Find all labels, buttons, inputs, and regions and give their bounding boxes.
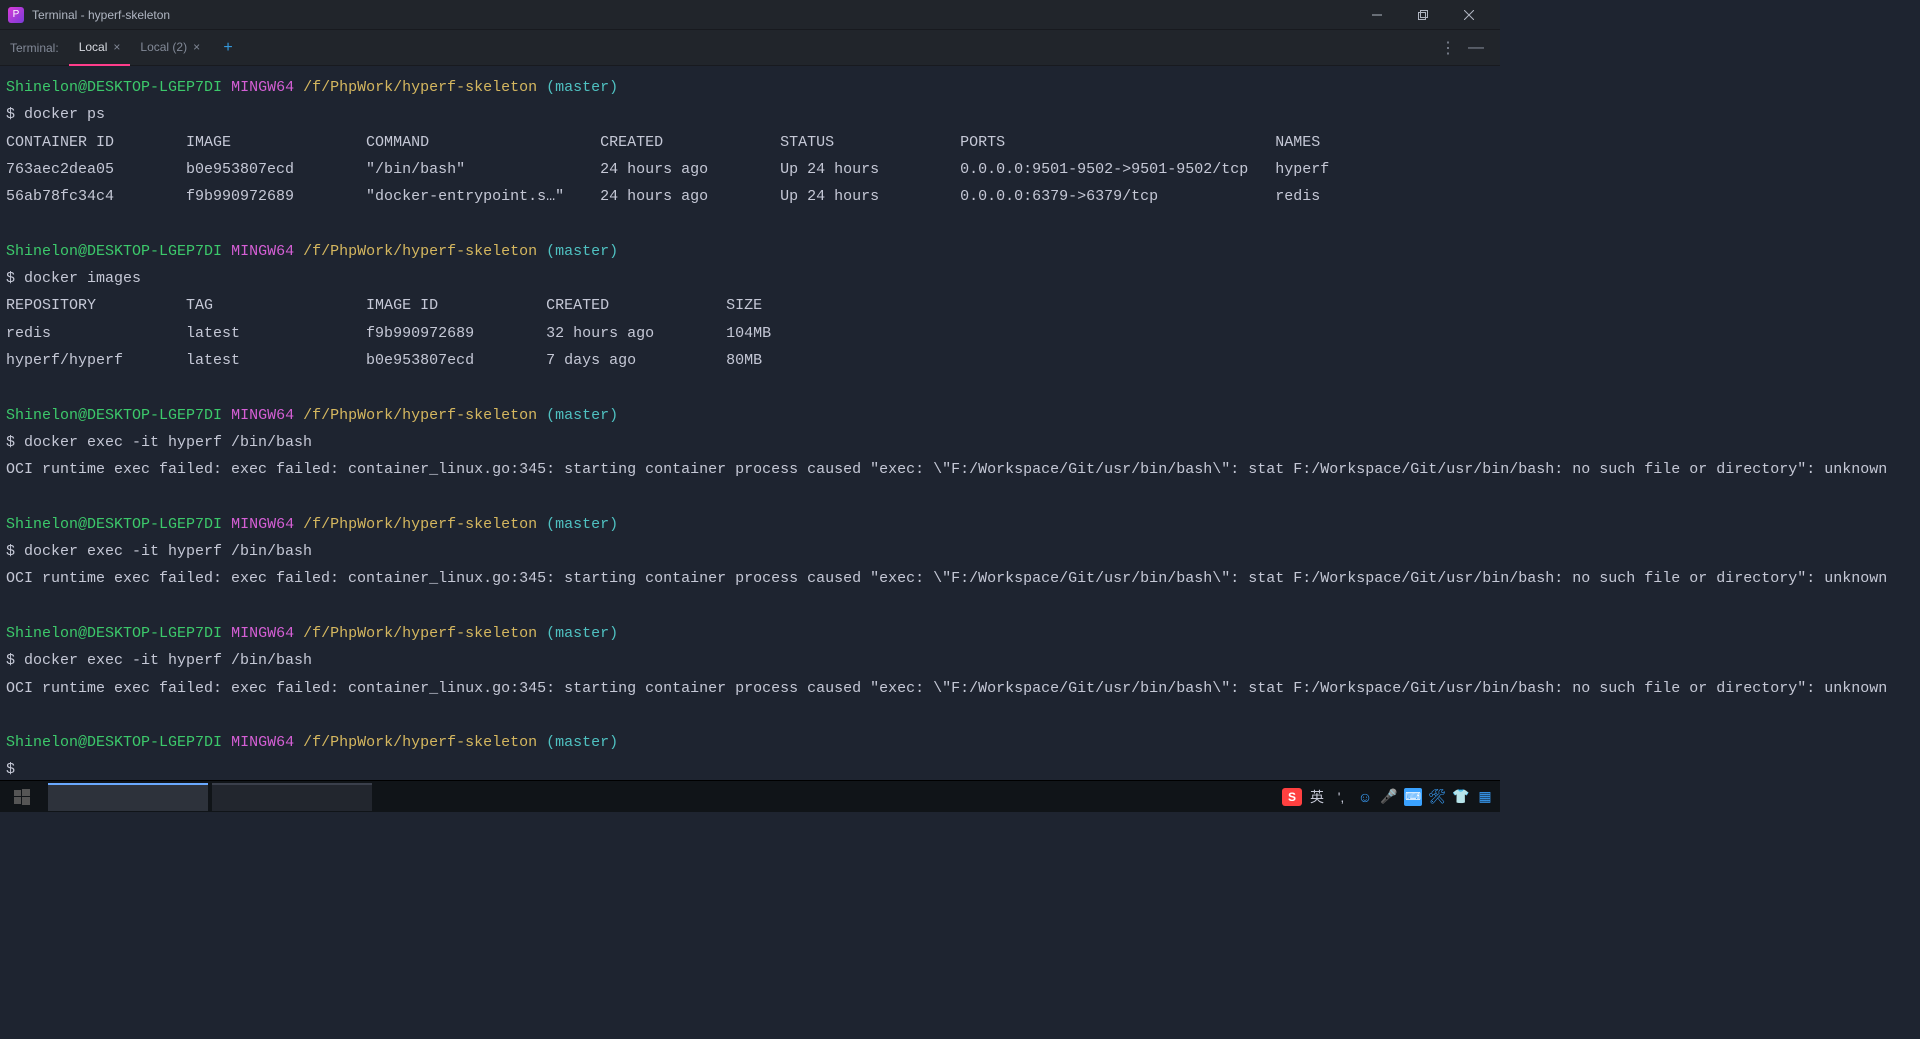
prompt-user-host: Shinelon@DESKTOP-LGEP7DI (6, 625, 222, 642)
blank-line (6, 702, 1494, 729)
minimize-icon (1372, 10, 1382, 20)
add-tab-button[interactable]: + (214, 34, 242, 62)
ime-tool-icon[interactable]: 🛠 (1428, 788, 1446, 806)
prompt-branch: (master) (546, 79, 618, 96)
blank-line (6, 210, 1494, 237)
start-button[interactable] (0, 781, 44, 813)
table-header-row: REPOSITORY TAG IMAGE ID CREATED SIZE (6, 292, 1494, 319)
prompt-shell: MINGW64 (231, 407, 294, 424)
blank-line (6, 483, 1494, 510)
tab-close-icon[interactable]: × (113, 40, 120, 54)
more-vert-icon[interactable]: ⋮ (1436, 36, 1460, 60)
prompt-path: /f/PhpWork/hyperf-skeleton (303, 243, 537, 260)
table-row: 56ab78fc34c4 f9b990972689 "docker-entryp… (6, 183, 1494, 210)
command-line: $ docker exec -it hyperf /bin/bash (6, 538, 1494, 565)
ime-mic-icon[interactable]: 🎤 (1380, 788, 1398, 806)
prompt-user-host: Shinelon@DESKTOP-LGEP7DI (6, 79, 222, 96)
app-icon: P (8, 7, 24, 23)
command-text: docker images (24, 270, 141, 287)
prompt-branch: (master) (546, 625, 618, 642)
hide-panel-button[interactable]: — (1464, 36, 1488, 60)
maximize-button[interactable] (1400, 0, 1446, 30)
prompt-user-host: Shinelon@DESKTOP-LGEP7DI (6, 734, 222, 751)
prompt-shell: MINGW64 (231, 79, 294, 96)
output-line: OCI runtime exec failed: exec failed: co… (6, 565, 1494, 592)
prompt-path: /f/PhpWork/hyperf-skeleton (303, 516, 537, 533)
shell-prompt: Shinelon@DESKTOP-LGEP7DI MINGW64 /f/PhpW… (6, 238, 1494, 265)
window-controls (1354, 0, 1492, 30)
command-line: $ docker exec -it hyperf /bin/bash (6, 429, 1494, 456)
prompt-shell: MINGW64 (231, 625, 294, 642)
table-row: 763aec2dea05 b0e953807ecd "/bin/bash" 24… (6, 156, 1494, 183)
system-tray: S 英 ', ☺ 🎤 ⌨ 🛠 👕 ▦ (1282, 788, 1500, 806)
command-text: docker ps (24, 106, 105, 123)
ime-sogou-icon[interactable]: S (1282, 788, 1302, 806)
minimize-button[interactable] (1354, 0, 1400, 30)
prompt-path: /f/PhpWork/hyperf-skeleton (303, 734, 537, 751)
windows-icon (14, 789, 30, 805)
shell-prompt: Shinelon@DESKTOP-LGEP7DI MINGW64 /f/PhpW… (6, 729, 1494, 756)
command-line: $ docker images (6, 265, 1494, 292)
taskbar-app[interactable] (212, 783, 372, 811)
prompt-user-host: Shinelon@DESKTOP-LGEP7DI (6, 516, 222, 533)
tab-label: Local (79, 40, 108, 54)
output-line: OCI runtime exec failed: exec failed: co… (6, 456, 1494, 483)
prompt-shell: MINGW64 (231, 516, 294, 533)
command-text: docker exec -it hyperf /bin/bash (24, 543, 312, 560)
shell-prompt: Shinelon@DESKTOP-LGEP7DI MINGW64 /f/PhpW… (6, 511, 1494, 538)
windows-taskbar: S 英 ', ☺ 🎤 ⌨ 🛠 👕 ▦ (0, 780, 1500, 812)
terminal-output[interactable]: Shinelon@DESKTOP-LGEP7DI MINGW64 /f/PhpW… (0, 66, 1500, 788)
output-line: OCI runtime exec failed: exec failed: co… (6, 675, 1494, 702)
shell-prompt: Shinelon@DESKTOP-LGEP7DI MINGW64 /f/PhpW… (6, 620, 1494, 647)
ime-grid-icon[interactable]: ▦ (1476, 788, 1494, 806)
command-text: docker exec -it hyperf /bin/bash (24, 652, 312, 669)
maximize-icon (1418, 10, 1428, 20)
prompt-path: /f/PhpWork/hyperf-skeleton (303, 407, 537, 424)
prompt-path: /f/PhpWork/hyperf-skeleton (303, 79, 537, 96)
window-title: Terminal - hyperf-skeleton (32, 8, 170, 22)
tab-label: Local (2) (140, 40, 187, 54)
ime-skin-icon[interactable]: 👕 (1452, 788, 1470, 806)
table-header-row: CONTAINER ID IMAGE COMMAND CREATED STATU… (6, 129, 1494, 156)
taskbar-app-active[interactable] (48, 783, 208, 811)
close-button[interactable] (1446, 0, 1492, 30)
terminal-tab-bar: Terminal: Local × Local (2) × + ⋮ — (0, 30, 1500, 66)
tabbar-label: Terminal: (6, 41, 69, 55)
terminal-tab[interactable]: Local × (69, 30, 131, 66)
terminal-tab[interactable]: Local (2) × (130, 30, 210, 66)
command-line: $ docker exec -it hyperf /bin/bash (6, 647, 1494, 674)
command-text: docker exec -it hyperf /bin/bash (24, 434, 312, 451)
table-row: redis latest f9b990972689 32 hours ago 1… (6, 320, 1494, 347)
prompt-branch: (master) (546, 407, 618, 424)
shell-prompt: Shinelon@DESKTOP-LGEP7DI MINGW64 /f/PhpW… (6, 402, 1494, 429)
ime-lang-icon[interactable]: 英 (1308, 788, 1326, 806)
prompt-user-host: Shinelon@DESKTOP-LGEP7DI (6, 407, 222, 424)
blank-line (6, 593, 1494, 620)
close-icon (1464, 10, 1474, 20)
ime-emoji-icon[interactable]: ☺ (1356, 788, 1374, 806)
tab-close-icon[interactable]: × (193, 40, 200, 54)
ime-punct-icon[interactable]: ', (1332, 788, 1350, 806)
prompt-path: /f/PhpWork/hyperf-skeleton (303, 625, 537, 642)
blank-line (6, 374, 1494, 401)
command-line: $ docker ps (6, 101, 1494, 128)
ime-keyboard-icon[interactable]: ⌨ (1404, 788, 1422, 806)
shell-prompt: Shinelon@DESKTOP-LGEP7DI MINGW64 /f/PhpW… (6, 74, 1494, 101)
prompt-user-host: Shinelon@DESKTOP-LGEP7DI (6, 243, 222, 260)
prompt-branch: (master) (546, 243, 618, 260)
prompt-shell: MINGW64 (231, 243, 294, 260)
table-row: hyperf/hyperf latest b0e953807ecd 7 days… (6, 347, 1494, 374)
prompt-shell: MINGW64 (231, 734, 294, 751)
prompt-branch: (master) (546, 734, 618, 751)
window-titlebar: P Terminal - hyperf-skeleton (0, 0, 1500, 30)
prompt-branch: (master) (546, 516, 618, 533)
